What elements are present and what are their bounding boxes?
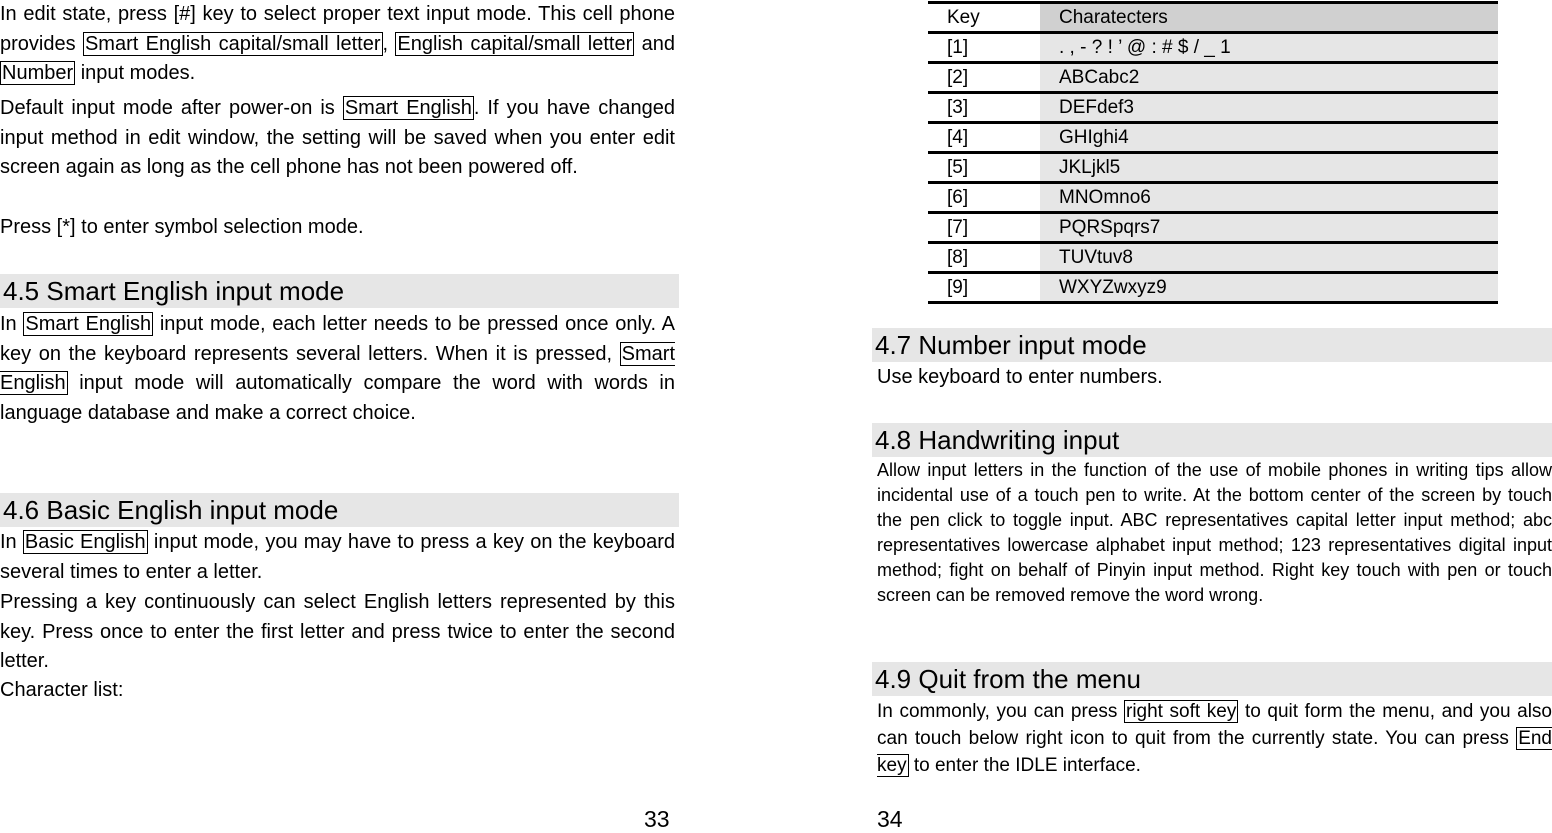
paragraph: Pressing a key continuously can select E…: [0, 588, 675, 677]
highlighted-term: Smart English: [23, 312, 154, 336]
key-cell: [9]: [928, 272, 1040, 304]
table-row: [9] WXYZwxyz9: [928, 272, 1498, 304]
paragraph: Press [*] to enter symbol selection mode…: [0, 213, 675, 243]
text-run: Use keyboard to enter numbers.: [877, 366, 1163, 388]
text-run: Character list:: [0, 679, 124, 701]
paragraph: Allow input letters in the function of t…: [877, 458, 1552, 608]
key-cell: [7]: [928, 212, 1040, 244]
text-run: In commonly, you can press: [877, 701, 1124, 722]
text-run: input modes.: [75, 62, 196, 85]
table-row: [5] JKLjkl5: [928, 152, 1498, 184]
column-header: Key: [928, 1, 1040, 34]
highlighted-term: Number: [0, 61, 76, 86]
text-run: input mode will automatically compare th…: [0, 372, 675, 424]
character-table: Key Charatecters [1]. , - ? ! ’ @ : # $ / …: [928, 1, 1498, 304]
text-run: Default input mode after power-on is: [0, 97, 343, 119]
characters-cell: PQRSpqrs7: [1040, 212, 1498, 244]
characters-cell: ABCabc2: [1040, 62, 1498, 94]
paragraph: Default input mode after power-on is Sma…: [0, 94, 675, 183]
paragraph: In Basic English input mode, you may hav…: [0, 528, 675, 587]
key-cell: [5]: [928, 152, 1040, 184]
key-cell: [4]: [928, 122, 1040, 154]
page-number: 34: [877, 806, 903, 832]
highlighted-term: English capital/small letter: [395, 31, 635, 56]
section-heading-4-5: 4.5 Smart English input mode: [0, 274, 679, 308]
table-header-row: Key Charatecters: [928, 1, 1498, 34]
table-row: [1]. , - ? ! ’ @ : # $ / _ 1: [928, 32, 1498, 64]
text-run: Pressing a key continuously can select E…: [0, 591, 675, 673]
section-heading-4-9: 4.9 Quit from the menu: [872, 662, 1552, 696]
characters-cell: DEFdef3: [1040, 92, 1498, 124]
key-cell: [1]: [928, 32, 1040, 64]
section-heading-4-7: 4.7 Number input mode: [872, 328, 1552, 362]
table-row: [8] TUVtuv8: [928, 242, 1498, 274]
text-run: to enter the IDLE interface.: [908, 755, 1141, 776]
section-heading-4-8: 4.8 Handwriting input: [872, 423, 1552, 457]
text-run: ,: [382, 32, 396, 55]
highlighted-term: right soft key: [1124, 700, 1239, 723]
key-cell: [2]: [928, 62, 1040, 94]
highlighted-term: Smart English capital/small letter: [82, 31, 383, 56]
paragraph: In edit state, press [#] key to select p…: [0, 0, 675, 89]
key-cell: [3]: [928, 92, 1040, 124]
characters-cell: . , - ? ! ’ @ : # $ / _ 1: [1040, 32, 1498, 64]
characters-cell: WXYZwxyz9: [1040, 272, 1498, 304]
column-header: Charatecters: [1040, 1, 1498, 34]
highlighted-term: Basic English: [22, 530, 148, 554]
paragraph: In Smart English input mode, each letter…: [0, 310, 675, 428]
highlighted-term: Smart English: [342, 96, 474, 120]
key-cell: [6]: [928, 182, 1040, 214]
section-heading-4-6: 4.6 Basic English input mode: [0, 493, 679, 527]
key-cell: [8]: [928, 242, 1040, 274]
table-row: [6] MNOmno6: [928, 182, 1498, 214]
characters-cell: TUVtuv8: [1040, 242, 1498, 274]
table-row: [4] GHIghi4: [928, 122, 1498, 154]
text-run: In: [0, 313, 24, 335]
text-run: Allow input letters in the function of t…: [877, 460, 1552, 605]
text-run: In: [0, 531, 23, 553]
paragraph: In commonly, you can press right soft ke…: [877, 698, 1552, 779]
table-row: [2] ABCabc2: [928, 62, 1498, 94]
table-row: [3] DEFdef3: [928, 92, 1498, 124]
table-row: [7] PQRSpqrs7: [928, 212, 1498, 244]
text-run: and: [634, 32, 675, 55]
text-run: Press [*] to enter symbol selection mode…: [0, 216, 364, 238]
paragraph: Use keyboard to enter numbers.: [877, 363, 1552, 393]
page-number: 33: [644, 806, 670, 832]
paragraph: Character list:: [0, 676, 675, 706]
characters-cell: GHIghi4: [1040, 122, 1498, 154]
characters-cell: JKLjkl5: [1040, 152, 1498, 184]
characters-cell: MNOmno6: [1040, 182, 1498, 214]
